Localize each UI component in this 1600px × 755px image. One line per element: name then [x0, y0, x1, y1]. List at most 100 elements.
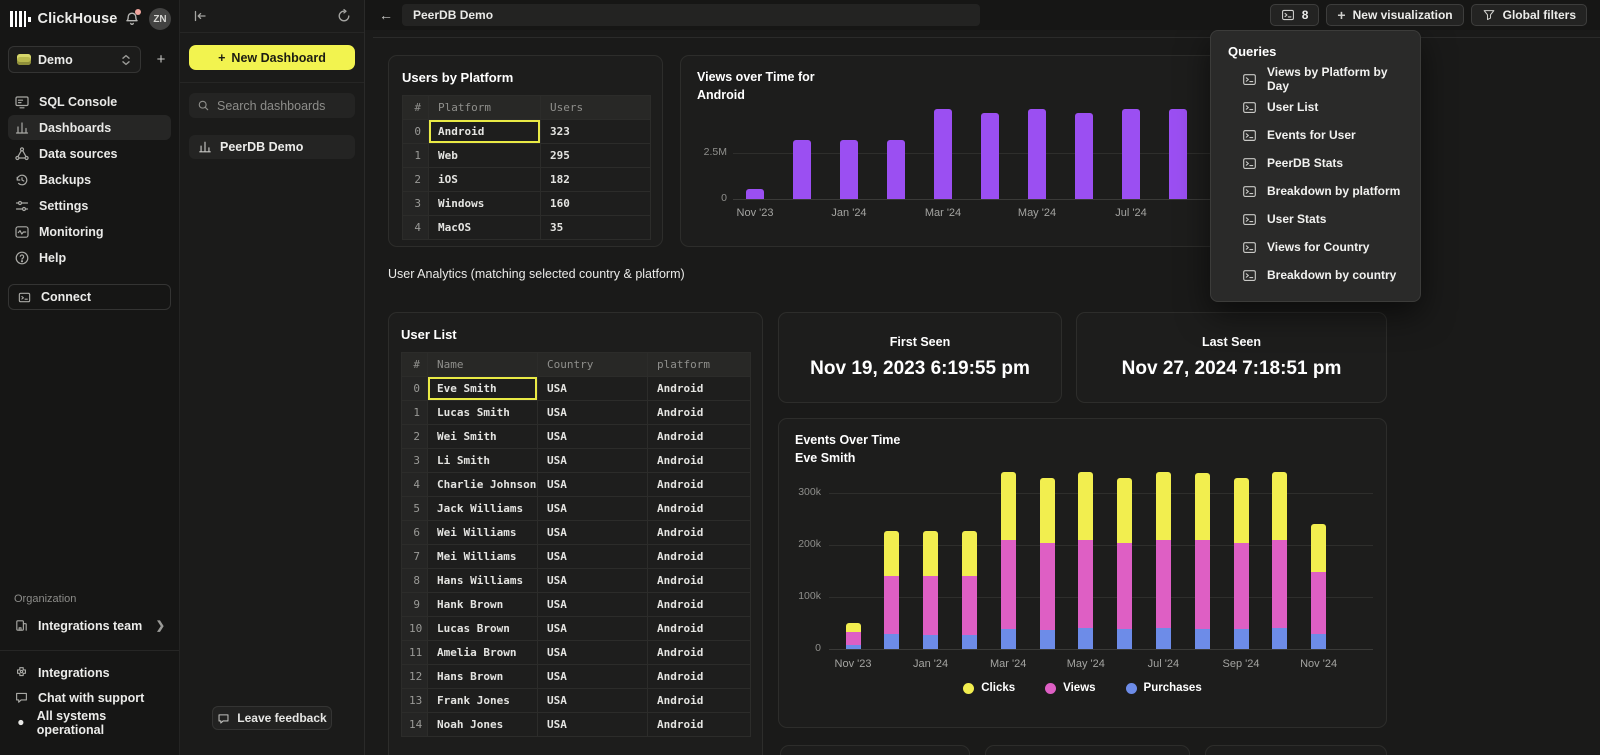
legend-item-purchases[interactable]: Purchases: [1126, 682, 1202, 694]
row-index-cell[interactable]: 13: [402, 689, 428, 713]
sidebar-item-sql-console[interactable]: SQL Console: [8, 89, 171, 114]
table-cell[interactable]: USA: [538, 665, 648, 689]
events-bar-segment-purchases[interactable]: [1040, 630, 1055, 649]
sidebar-item-chat-with-support[interactable]: Chat with support: [8, 685, 171, 710]
workspace-selector[interactable]: Demo: [8, 46, 141, 73]
row-index-cell[interactable]: 12: [402, 665, 428, 689]
table-cell[interactable]: Android: [648, 449, 751, 473]
events-bar-segment-purchases[interactable]: [1001, 629, 1016, 649]
table-cell[interactable]: USA: [538, 425, 648, 449]
row-index-cell[interactable]: 8: [402, 569, 428, 593]
views-bar[interactable]: [1075, 113, 1093, 199]
events-bar-segment-views[interactable]: [1117, 543, 1132, 629]
table-cell[interactable]: Android: [648, 473, 751, 497]
query-item-user-list[interactable]: User List: [1211, 93, 1420, 121]
global-filters-button[interactable]: Global filters: [1471, 4, 1587, 26]
table-cell[interactable]: USA: [538, 473, 648, 497]
row-index-cell[interactable]: 9: [402, 593, 428, 617]
events-bar-segment-purchases[interactable]: [1272, 628, 1287, 649]
table-cell[interactable]: USA: [538, 593, 648, 617]
sidebar-item-integrations-team[interactable]: Integrations team ❯: [8, 613, 171, 638]
row-index-cell[interactable]: 1: [403, 144, 429, 168]
row-index-cell[interactable]: 3: [403, 192, 429, 216]
views-bar[interactable]: [793, 140, 811, 199]
query-item-user-stats[interactable]: User Stats: [1211, 205, 1420, 233]
events-bar-segment-purchases[interactable]: [884, 634, 899, 649]
views-bar[interactable]: [746, 189, 764, 199]
events-bar-segment-purchases[interactable]: [923, 635, 938, 649]
row-index-cell[interactable]: 11: [402, 641, 428, 665]
table-cell[interactable]: Web: [429, 144, 541, 168]
table-cell[interactable]: 35: [541, 216, 651, 240]
events-bar-segment-views[interactable]: [1234, 543, 1249, 629]
views-bar[interactable]: [1028, 109, 1046, 199]
row-index-cell[interactable]: 5: [402, 497, 428, 521]
table-cell[interactable]: USA: [538, 401, 648, 425]
table-cell[interactable]: 182: [541, 168, 651, 192]
table-cell[interactable]: Android: [648, 689, 751, 713]
events-bar-segment-purchases[interactable]: [1234, 629, 1249, 649]
table-cell[interactable]: Android: [648, 593, 751, 617]
dashboard-list-item[interactable]: PeerDB Demo: [189, 135, 355, 159]
table-cell[interactable]: Android: [648, 545, 751, 569]
collapse-panel-icon[interactable]: [192, 8, 208, 24]
events-bar-segment-purchases[interactable]: [1078, 628, 1093, 649]
refresh-icon[interactable]: [336, 8, 352, 24]
add-service-button[interactable]: +: [151, 51, 171, 68]
query-item-breakdown-by-platform[interactable]: Breakdown by platform: [1211, 177, 1420, 205]
sidebar-item-data-sources[interactable]: Data sources: [8, 141, 171, 166]
table-cell[interactable]: Lucas Smith: [428, 401, 538, 425]
table-cell[interactable]: MacOS: [429, 216, 541, 240]
table-cell[interactable]: Lucas Brown: [428, 617, 538, 641]
events-bar-segment-clicks[interactable]: [1040, 478, 1055, 542]
events-bar-segment-views[interactable]: [923, 576, 938, 635]
search-dashboards-input[interactable]: [217, 99, 347, 113]
sidebar-item-help[interactable]: Help: [8, 245, 171, 270]
events-bar-segment-purchases[interactable]: [962, 635, 977, 649]
table-cell[interactable]: USA: [538, 617, 648, 641]
table-cell[interactable]: USA: [538, 713, 648, 737]
table-cell[interactable]: Android: [648, 377, 751, 401]
events-bar-segment-views[interactable]: [884, 576, 899, 634]
events-bar-segment-purchases[interactable]: [1117, 629, 1132, 649]
row-index-cell[interactable]: 14: [402, 713, 428, 737]
table-cell[interactable]: 295: [541, 144, 651, 168]
table-cell[interactable]: Android: [648, 521, 751, 545]
views-bar[interactable]: [1169, 109, 1187, 199]
events-bar-segment-views[interactable]: [1156, 540, 1171, 628]
query-item-views-for-country[interactable]: Views for Country: [1211, 233, 1420, 261]
sidebar-item-backups[interactable]: Backups: [8, 167, 171, 192]
table-cell[interactable]: Hans Brown: [428, 665, 538, 689]
events-bar-segment-clicks[interactable]: [923, 531, 938, 576]
events-bar-segment-clicks[interactable]: [1195, 473, 1210, 540]
table-cell[interactable]: Wei Williams: [428, 521, 538, 545]
table-cell[interactable]: Android: [648, 425, 751, 449]
events-bar-segment-clicks[interactable]: [884, 531, 899, 576]
table-cell[interactable]: Li Smith: [428, 449, 538, 473]
legend-item-views[interactable]: Views: [1045, 682, 1095, 694]
table-cell[interactable]: Android: [648, 569, 751, 593]
views-bar[interactable]: [887, 140, 905, 199]
sidebar-item-integrations[interactable]: Integrations: [8, 660, 171, 685]
query-item-peerdb-stats[interactable]: PeerDB Stats: [1211, 149, 1420, 177]
row-index-cell[interactable]: 2: [403, 168, 429, 192]
table-cell[interactable]: Android: [648, 641, 751, 665]
leave-feedback-button[interactable]: Leave feedback: [212, 706, 332, 730]
new-visualization-button[interactable]: + New visualization: [1326, 4, 1463, 26]
table-cell[interactable]: Frank Jones: [428, 689, 538, 713]
events-bar-segment-views[interactable]: [1040, 543, 1055, 630]
table-cell[interactable]: USA: [538, 689, 648, 713]
connect-button[interactable]: Connect: [8, 284, 171, 310]
table-cell[interactable]: USA: [538, 545, 648, 569]
table-cell[interactable]: USA: [538, 641, 648, 665]
clickhouse-logo[interactable]: ClickHouse: [10, 11, 117, 27]
search-dashboards-field[interactable]: [189, 93, 355, 118]
events-bar-segment-views[interactable]: [962, 576, 977, 635]
table-cell[interactable]: 160: [541, 192, 651, 216]
query-item-views-by-platform-by-day[interactable]: Views by Platform by Day: [1211, 65, 1420, 93]
events-bar-segment-views[interactable]: [1078, 540, 1093, 628]
table-cell[interactable]: 323: [541, 120, 651, 144]
row-index-cell[interactable]: 7: [402, 545, 428, 569]
table-cell[interactable]: Charlie Johnson: [428, 473, 538, 497]
table-cell[interactable]: Hans Williams: [428, 569, 538, 593]
